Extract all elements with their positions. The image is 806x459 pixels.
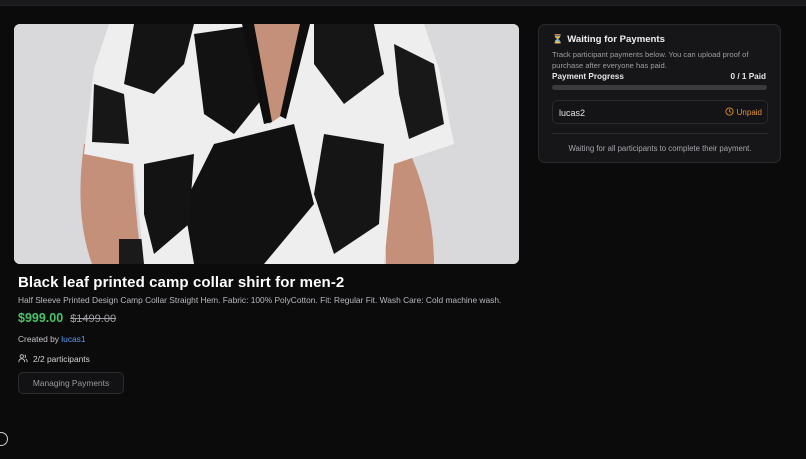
price-row: $999.00 $1499.00 xyxy=(18,311,116,325)
created-by-label: Created by xyxy=(18,334,59,344)
created-by: Created by lucas1 xyxy=(18,334,86,344)
waiting-message: Waiting for all participants to complete… xyxy=(568,144,752,153)
progress-count: 0 / 1 Paid xyxy=(730,72,767,81)
participants-count: 2/2 participants xyxy=(18,353,90,365)
hourglass-icon: ⏳ xyxy=(552,34,564,44)
product-image xyxy=(14,24,519,264)
payments-card: ⏳ Waiting for Payments Track participant… xyxy=(538,24,781,163)
help-icon[interactable] xyxy=(0,432,8,446)
participant-row: lucas2 Unpaid xyxy=(552,100,768,124)
payments-title: Waiting for Payments xyxy=(567,34,665,45)
payments-subtitle: Track participant payments below. You ca… xyxy=(552,50,749,70)
creator-link[interactable]: lucas1 xyxy=(61,334,85,344)
progress-bar xyxy=(552,85,767,90)
top-bar xyxy=(0,0,806,6)
progress-label: Payment Progress xyxy=(552,72,624,81)
divider xyxy=(552,133,768,134)
users-icon xyxy=(18,353,28,365)
status-text: Unpaid xyxy=(736,108,762,117)
status-badge: Unpaid xyxy=(725,107,762,118)
original-price: $1499.00 xyxy=(70,313,117,325)
product-title: Black leaf printed camp collar shirt for… xyxy=(18,274,345,291)
participant-name: lucas2 xyxy=(559,108,586,118)
participants-text: 2/2 participants xyxy=(33,354,90,364)
product-description: Half Sleeve Printed Design Camp Collar S… xyxy=(18,295,502,305)
payments-header: ⏳ Waiting for Payments xyxy=(552,34,665,45)
current-price: $999.00 xyxy=(18,311,64,325)
managing-payments-button[interactable]: Managing Payments xyxy=(18,372,124,394)
clock-icon xyxy=(725,107,734,118)
